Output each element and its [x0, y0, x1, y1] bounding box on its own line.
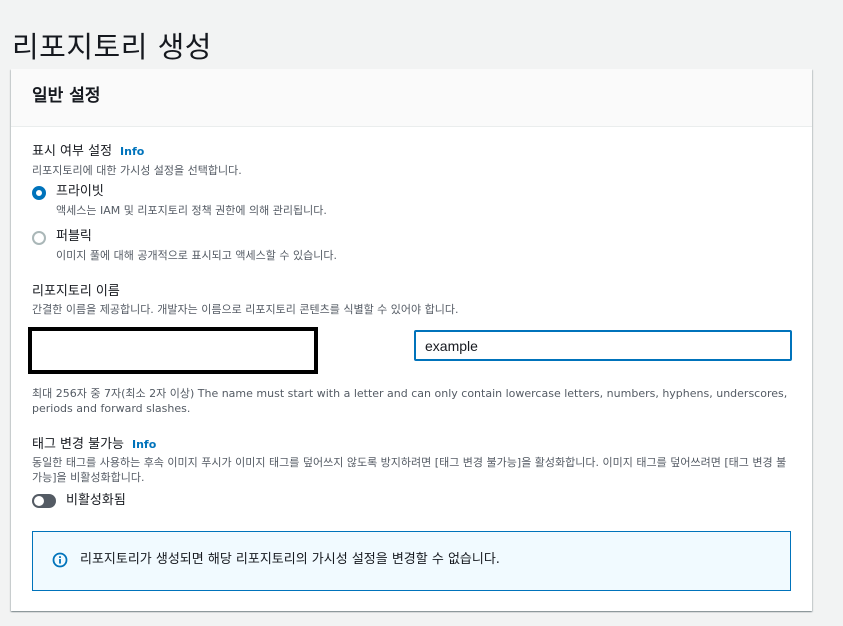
radio-private[interactable]	[32, 186, 46, 200]
visibility-warning-alert: 리포지토리가 생성되면 해당 리포지토리의 가시성 설정을 변경할 수 없습니다…	[32, 531, 791, 591]
redacted-namespace-box	[28, 327, 318, 374]
alert-message: 리포지토리가 생성되면 해당 리포지토리의 가시성 설정을 변경할 수 없습니다…	[80, 552, 500, 567]
info-circle-icon	[52, 552, 68, 568]
visibility-info-link[interactable]: Info	[120, 145, 144, 158]
repo-name-input[interactable]	[414, 330, 792, 361]
repo-name-constraint: 최대 256자 중 7자(최소 2자 이상) The name must sta…	[32, 387, 788, 415]
visibility-label: 표시 여부 설정	[32, 144, 113, 159]
radio-public[interactable]	[32, 231, 46, 245]
toggle-knob	[34, 496, 44, 506]
visibility-label-row: 표시 여부 설정 Info	[32, 143, 144, 161]
page-title: 리포지토리 생성	[12, 30, 212, 65]
radio-private-label[interactable]: 프라이빗	[56, 183, 104, 201]
radio-private-description: 액세스는 IAM 및 리포지토리 정책 권한에 의해 관리됩니다.	[56, 204, 327, 217]
repo-name-label: 리포지토리 이름	[32, 284, 120, 299]
tag-immutability-toggle-label: 비활성화됨	[66, 493, 126, 508]
panel-title: 일반 설정	[32, 86, 101, 106]
tag-immutability-info-link[interactable]: Info	[132, 438, 156, 451]
tag-immutability-label: 태그 변경 불가능	[32, 437, 124, 452]
visibility-description: 리포지토리에 대한 가시성 설정을 선택합니다.	[32, 164, 242, 177]
general-settings-panel: 일반 설정 표시 여부 설정 Info 리포지토리에 대한 가시성 설정을 선택합…	[11, 69, 812, 611]
tag-immutability-description: 동일한 태그를 사용하는 후속 이미지 푸시가 이미지 태그를 덮어쓰지 않도록…	[32, 456, 787, 484]
radio-public-description: 이미지 풀에 대해 공개적으로 표시되고 액세스할 수 있습니다.	[56, 249, 337, 262]
tag-immutability-label-row: 태그 변경 불가능 Info	[32, 436, 156, 454]
repo-name-description: 간결한 이름을 제공합니다. 개발자는 이름으로 리포지토리 콘텐츠를 식별할 …	[32, 303, 459, 316]
radio-public-label[interactable]: 퍼블릭	[56, 228, 92, 246]
tag-immutability-toggle[interactable]	[32, 494, 56, 508]
panel-header: 일반 설정	[11, 69, 812, 127]
